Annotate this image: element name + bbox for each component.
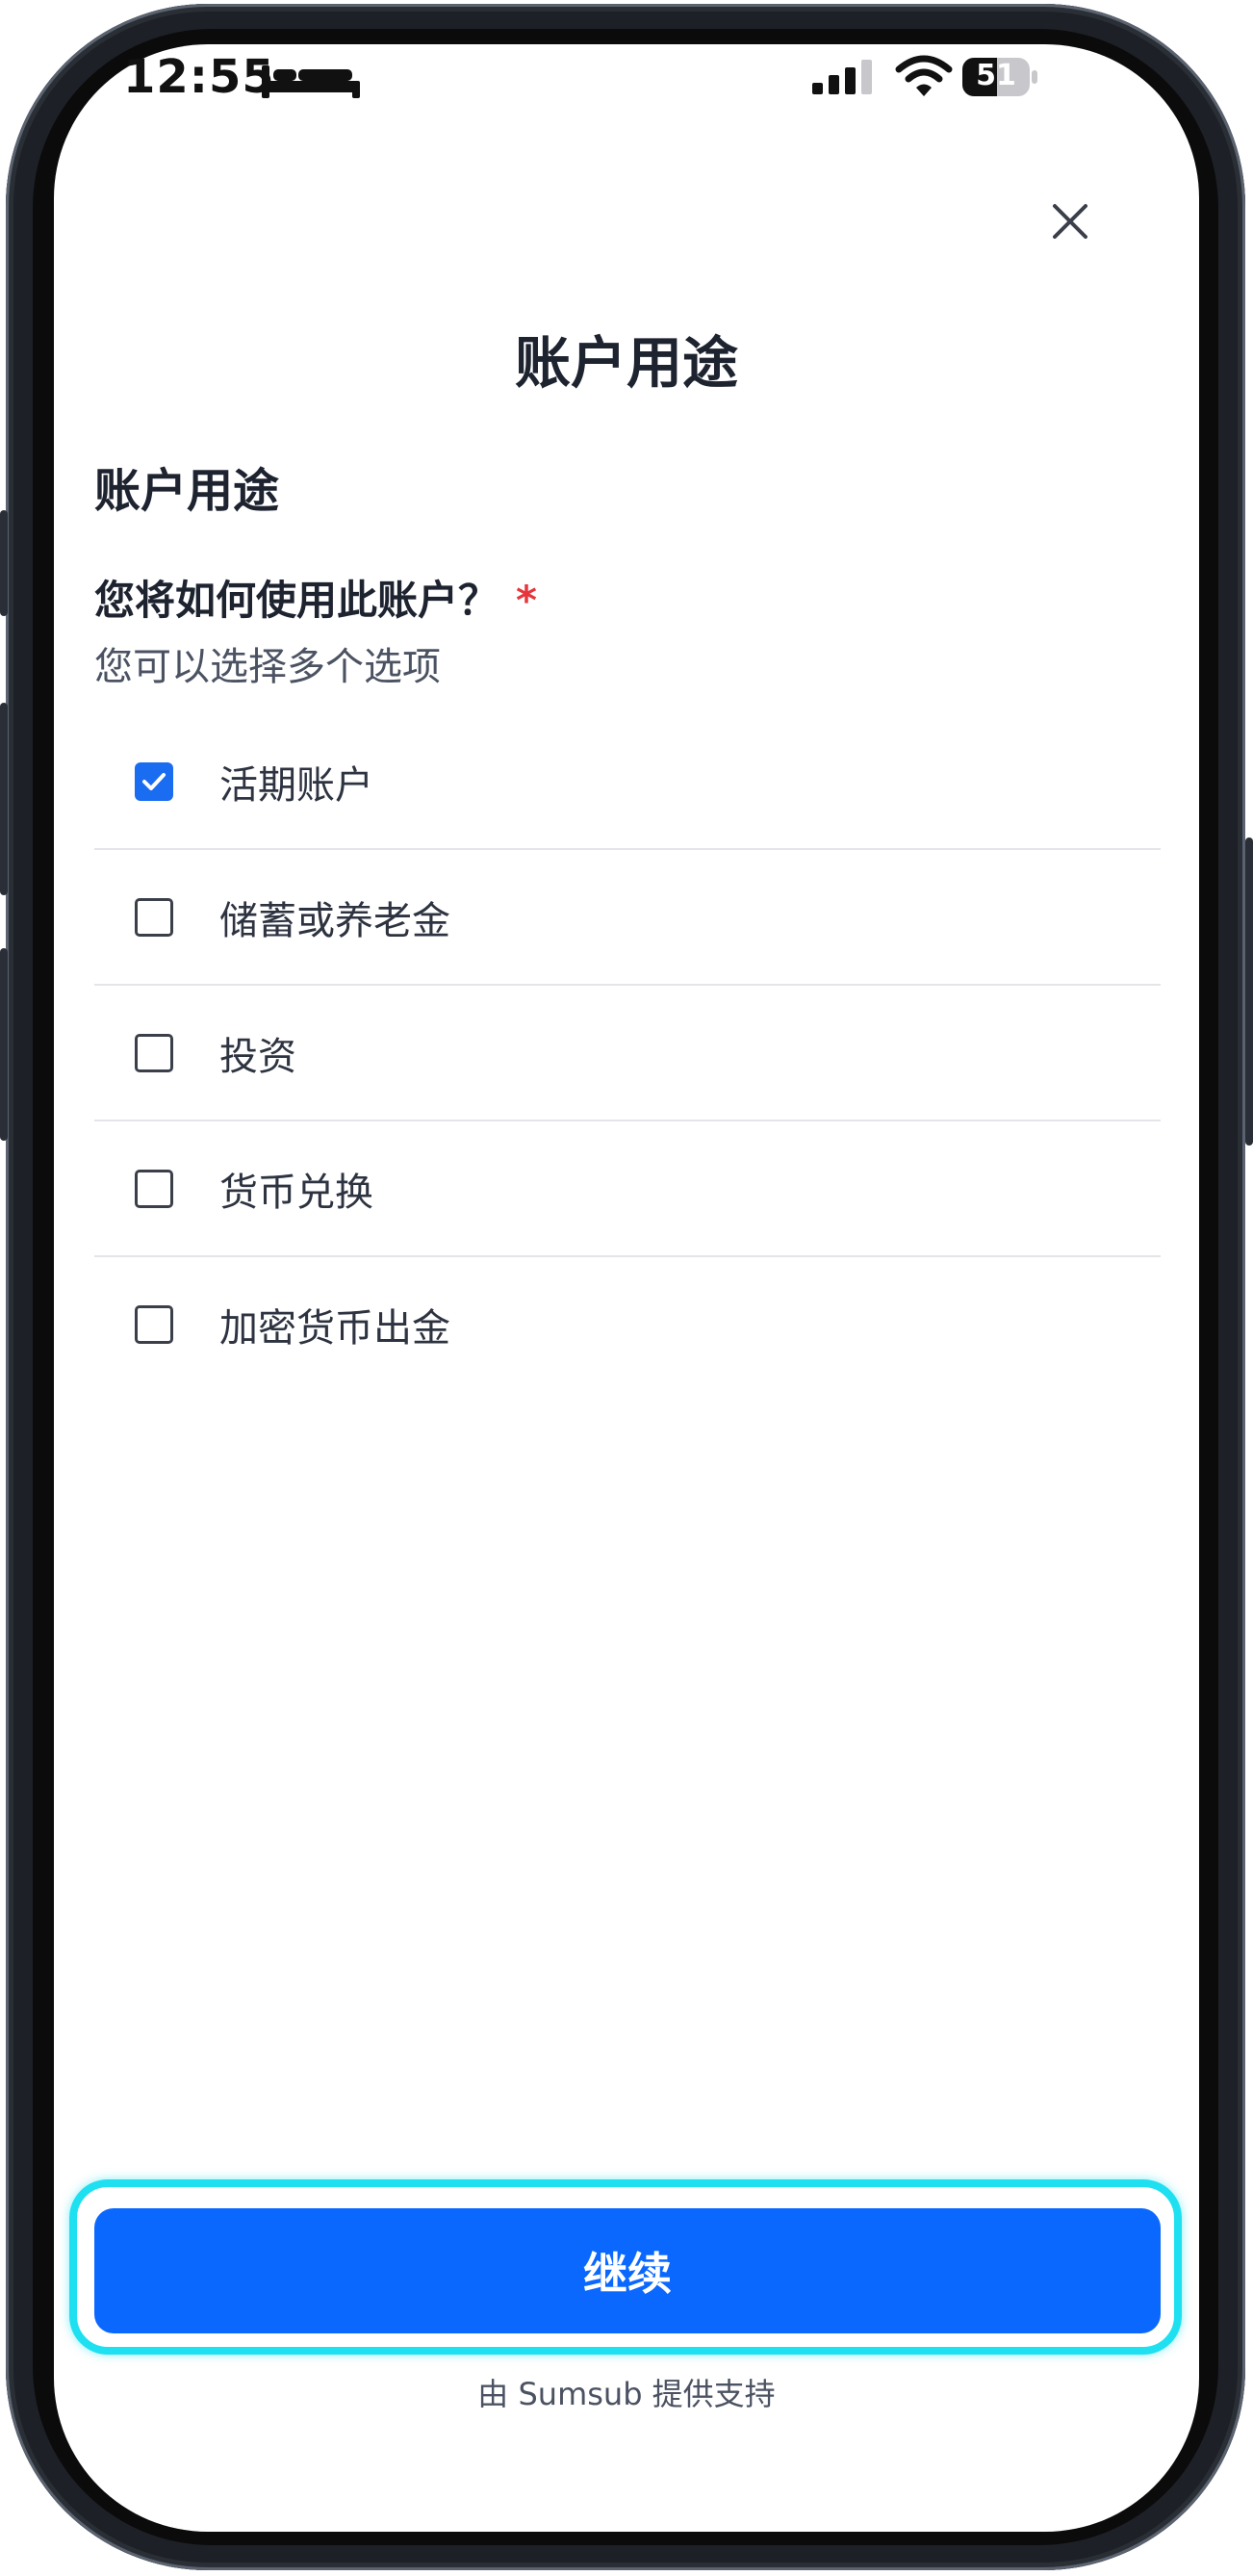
checkmark-icon [142, 772, 166, 790]
power-button [1245, 837, 1253, 1146]
option-item[interactable]: 活期账户 [94, 714, 1161, 850]
option-label: 加密货币出金 [219, 1305, 450, 1351]
battery-level: 51 [976, 59, 1016, 92]
option-label: 投资 [219, 1034, 296, 1079]
sleep-focus-icon [262, 65, 360, 98]
option-item[interactable]: 加密货币出金 [94, 1257, 1161, 1391]
status-time: 12:55 [123, 50, 275, 104]
question-text: 您将如何使用此账户？ [94, 577, 499, 624]
option-label: 货币兑换 [219, 1170, 373, 1215]
checkbox-checked[interactable] [135, 761, 173, 801]
question-label: 您将如何使用此账户？ * [94, 568, 537, 627]
option-label: 活期账户 [219, 762, 373, 808]
powered-by-footer: 由 Sumsub 提供支持 [477, 2376, 776, 2412]
close-button[interactable] [1041, 193, 1099, 250]
action-button [0, 510, 8, 616]
option-item[interactable]: 储蓄或养老金 [94, 850, 1161, 986]
option-item[interactable]: 投资 [94, 986, 1161, 1121]
option-item[interactable]: 货币兑换 [94, 1121, 1161, 1257]
continue-button[interactable]: 继续 [94, 2208, 1161, 2333]
option-label: 储蓄或养老金 [219, 898, 450, 943]
required-asterisk: * [516, 577, 537, 624]
section-title: 账户用途 [94, 464, 280, 518]
battery-indicator: 51 [962, 58, 1037, 96]
battery-body: 51 [962, 58, 1030, 96]
volume-down-button [0, 948, 8, 1141]
wifi-icon [895, 55, 953, 96]
question-hint: 您可以选择多个选项 [94, 645, 441, 689]
options-list: 活期账户储蓄或养老金 投资货币兑换加密货币出金 [94, 714, 1161, 1391]
checkbox-unchecked[interactable] [135, 1169, 173, 1208]
close-icon [1053, 204, 1087, 239]
page-title: 账户用途 [514, 330, 738, 396]
cellular-signal-icon [812, 60, 872, 94]
checkbox-unchecked[interactable] [135, 1304, 173, 1344]
checkbox-unchecked[interactable] [135, 1033, 173, 1072]
volume-up-button [0, 703, 8, 895]
battery-cap [1032, 70, 1037, 84]
checkbox-unchecked[interactable] [135, 897, 173, 937]
